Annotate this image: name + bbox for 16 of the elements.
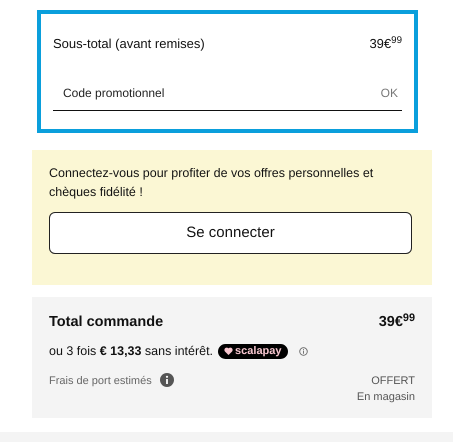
scalapay-badge: scalapay (218, 344, 288, 359)
heart-icon (224, 347, 234, 356)
shipping-value: OFFERT (371, 374, 415, 388)
info-icon[interactable] (160, 372, 174, 386)
total-amount: 39€$^{99}$ (378, 312, 415, 332)
login-button[interactable]: Se connecter (49, 212, 412, 254)
promo-code-field[interactable]: Code promotionnel OK (53, 84, 402, 110)
info-icon[interactable] (298, 346, 308, 356)
login-message: Connectez-vous pour profiter de vos offres personnelles et chèques fidélité ! (49, 165, 374, 201)
subtotal-amount: 39€$^{99}$ (369, 34, 402, 53)
subtotal-label: Sous-total (avant remises) (53, 35, 205, 53)
installment-text: ou 3 fois € 13,33 sans intérêt. (49, 342, 214, 360)
shipping-label: Frais de port estimés (49, 374, 152, 388)
shipping-mode: En magasin (356, 390, 415, 405)
apply-button[interactable]: OK (380, 84, 398, 102)
total-label: Total commande (49, 313, 164, 332)
